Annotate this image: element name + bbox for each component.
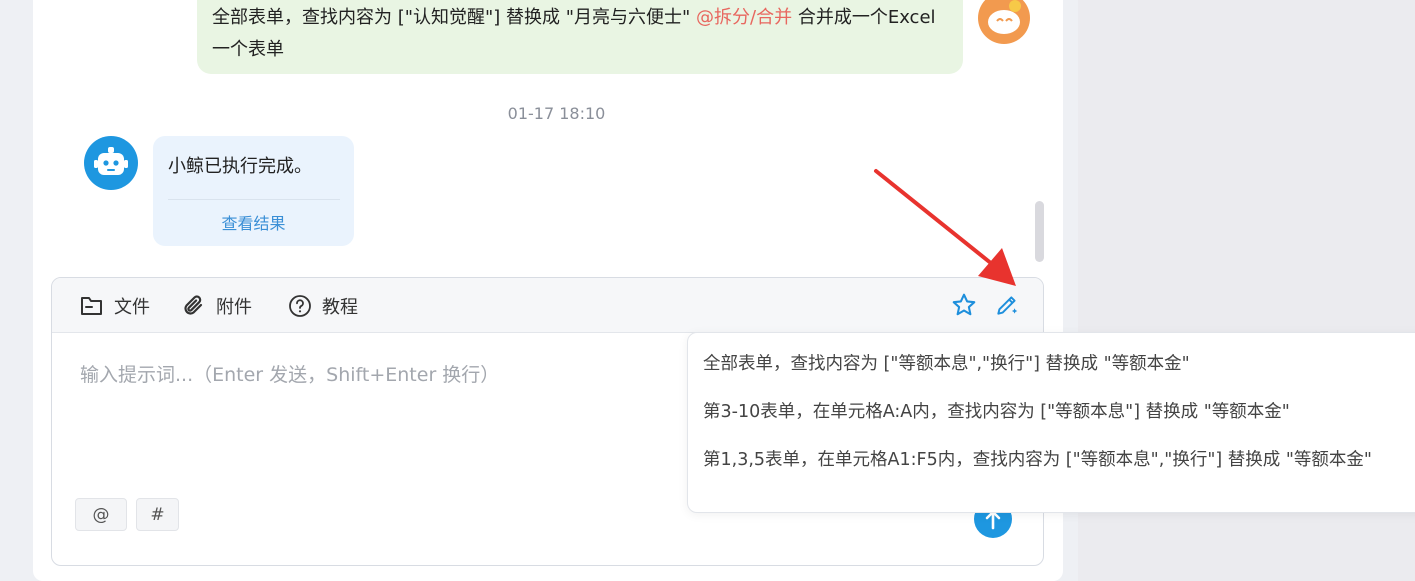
star-icon[interactable]	[951, 292, 977, 318]
attach-button[interactable]: 附件	[182, 293, 252, 319]
tutorial-button[interactable]: 教程	[288, 293, 358, 319]
message-list-scrollbar[interactable]	[1035, 201, 1044, 262]
attach-label: 附件	[216, 297, 252, 318]
composer-toolbar: 文件 附件 教程	[52, 278, 1043, 333]
paperclip-icon	[184, 295, 203, 315]
prompt-input[interactable]	[80, 360, 700, 390]
suggestion-item[interactable]: 第3-10表单，在单元格A:A内，查找内容为 ["等额本息"] 替换成 "等额本…	[703, 398, 1290, 423]
file-label: 文件	[114, 297, 150, 318]
user-message-text: 全部表单，查找内容为 ["认知觉醒"] 替换成 "月亮与六便士"	[212, 7, 697, 28]
folder-icon	[81, 297, 102, 315]
mention-tag[interactable]: @拆分/合并	[696, 7, 792, 28]
view-result-link[interactable]: 查看结果	[153, 210, 354, 234]
bubble-divider	[168, 199, 340, 200]
tutorial-label: 教程	[322, 297, 358, 318]
suggestion-item[interactable]: 第1,3,5表单，在单元格A1:F5内，查找内容为 ["等额本息","换行"] …	[703, 446, 1372, 471]
mention-chip[interactable]: @	[75, 498, 127, 531]
message-timestamp: 01-17 18:10	[507, 104, 606, 123]
hashtag-chip[interactable]: #	[136, 498, 179, 531]
suggestion-item[interactable]: 全部表单，查找内容为 ["等额本息","换行"] 替换成 "等额本金"	[703, 350, 1190, 375]
bot-avatar	[84, 136, 138, 190]
prompt-suggestions-popup: 全部表单，查找内容为 ["等额本息","换行"] 替换成 "等额本金" 第3-1…	[687, 332, 1415, 513]
bot-message-bubble: 小鲸已执行完成。 查看结果	[153, 136, 354, 246]
magic-pen-icon[interactable]	[994, 292, 1020, 318]
user-message-bubble: 全部表单，查找内容为 ["认知觉醒"] 替换成 "月亮与六便士" @拆分/合并 …	[197, 0, 963, 74]
bot-message-text: 小鲸已执行完成。	[168, 156, 312, 177]
question-circle-icon	[289, 295, 311, 317]
file-button[interactable]: 文件	[80, 293, 150, 319]
robot-icon	[94, 147, 128, 175]
